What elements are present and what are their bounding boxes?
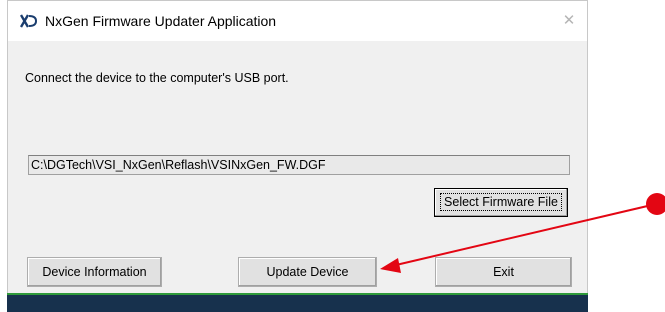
- firmware-updater-window: NxGen Firmware Updater Application ✕ Con…: [7, 0, 588, 295]
- update-device-button[interactable]: Update Device: [238, 257, 377, 287]
- select-firmware-file-label: Select Firmware File: [440, 193, 562, 211]
- window-title: NxGen Firmware Updater Application: [45, 13, 277, 29]
- device-information-button[interactable]: Device Information: [27, 257, 162, 287]
- exit-button[interactable]: Exit: [435, 257, 572, 287]
- select-firmware-file-button[interactable]: Select Firmware File: [434, 188, 568, 217]
- instruction-text: Connect the device to the computer's USB…: [25, 71, 289, 85]
- taskbar-strip: [7, 293, 588, 312]
- annotation-marker-dot: [646, 193, 665, 215]
- app-logo-icon: [20, 14, 37, 28]
- title-bar: NxGen Firmware Updater Application ✕: [8, 1, 587, 41]
- close-icon[interactable]: ✕: [557, 9, 581, 33]
- firmware-path-field[interactable]: C:\DGTech\VSI_NxGen\Reflash\VSINxGen_FW.…: [28, 155, 570, 175]
